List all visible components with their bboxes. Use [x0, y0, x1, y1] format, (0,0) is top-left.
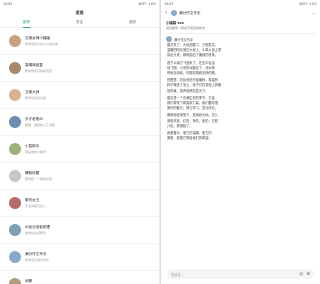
conversation-text: 满分作文写手 帮你写出满分作文 — [25, 252, 155, 263]
reply-line: 美丽，更爱它带给我们的希望。 — [167, 136, 212, 141]
tab-follow[interactable]: 关注 — [71, 18, 88, 27]
conversation-name: 天才老爸AI — [25, 116, 43, 121]
status-bar: 14:03 WiFi 100 — [0, 0, 159, 8]
bot-reply-avatar — [166, 36, 172, 42]
conversation-text: 高情商回复教你如何高情商回复 — [25, 63, 155, 74]
avatar — [9, 197, 21, 209]
voice-icon[interactable]: ◎ — [299, 272, 303, 277]
avatar — [9, 224, 21, 236]
conversation-text: 文案女神小蹊蹊帮你写出打动人心的文案 — [25, 36, 155, 47]
conversation-text: 小智助手我是你的小助手 — [25, 144, 155, 155]
user-name: 小蹊蹊 xxx — [166, 21, 184, 25]
conversation-item[interactable]: 闲聊随便聊聊 — [0, 271, 159, 284]
conversation-text: AI创业老板助理 你的创业好帮手 — [25, 225, 155, 236]
avatar — [9, 170, 21, 182]
conversation-name: 高情商回复 — [25, 62, 43, 67]
avatar — [9, 116, 21, 128]
conversation-name: 文案大师 — [25, 89, 40, 94]
conversation-text: 闲聊随便聊聊 — [25, 279, 155, 284]
avatar — [9, 89, 21, 101]
reply-paragraph: 春天来了，大地苏醒了，万物复苏。 温暖的阳光洒在大地上，小草从泥土里 探出头来，柳树… — [167, 43, 314, 59]
reply-paragraph: 我爱春天，爱它的温暖，爱它的 美丽，更爱它带给我们的希望。 — [167, 131, 314, 141]
conversation-text: 天才老爸AI 聪明、幽默的人工智能 — [25, 117, 155, 128]
status-time: 14:03 — [3, 2, 13, 6]
avatar — [9, 251, 21, 263]
conversation-text: 聊天女王专业的聊天达人 — [25, 198, 155, 209]
conversation-preview: 帮你起一个爆款标题 — [25, 177, 53, 182]
conversation-item[interactable]: 文案大师帮你写出好文案 — [0, 82, 159, 109]
conversation-text: 爆款标题帮你起一个爆款标题 — [25, 171, 155, 182]
conversation-item[interactable]: AI创业老板助理 你的创业好帮手 — [0, 217, 159, 244]
avatar — [9, 278, 21, 284]
conversation-item[interactable]: 爆款标题帮你起一个爆款标题 — [0, 163, 159, 190]
add-icon[interactable]: ⊕ — [306, 272, 310, 277]
divider — [165, 33, 316, 34]
conversation-name: 满分作文写手 — [25, 251, 47, 256]
conversation-preview: 教你如何高情商回复 — [25, 69, 53, 74]
status-bar-right: 14:03 WiFi 100 — [161, 0, 320, 8]
bot-reply: 春天来了，大地苏醒了，万物复苏。 温暖的阳光洒在大地上，小草从泥土里 探出头来，柳树… — [161, 42, 320, 141]
conversation-preview: 聪明、幽默的人工智能 — [25, 123, 56, 128]
conversation-preview: 帮你写出满分作文 — [25, 258, 50, 263]
conversation-item[interactable]: 满分作文写手 帮你写出满分作文 — [0, 244, 159, 271]
avatar — [9, 143, 21, 155]
conversation-item[interactable]: 聊天女王专业的聊天达人 — [0, 190, 159, 217]
user-message: 小蹊蹊 xxx 请为我写一篇关于春天的作文 — [161, 18, 320, 30]
avatar — [9, 35, 21, 47]
tab-recommend[interactable]: 推荐 — [18, 18, 35, 28]
more-options-icon[interactable]: ⋯ — [312, 11, 316, 16]
conversation-preview: 专业的聊天达人 — [25, 204, 47, 209]
status-time-right: 14:03 — [164, 2, 174, 6]
page-title: 发现 — [75, 10, 84, 15]
conversation-preview: 帮你写出好文案 — [25, 96, 47, 101]
conversation-name: 小智助手 — [25, 143, 40, 148]
message-input[interactable]: 发消息... — [171, 272, 296, 277]
app-root: 14:03 WiFi 100 发现 推荐 关注 我的 文案女神小蹊蹊帮你写出打动… — [0, 0, 320, 284]
reply-line: 六色，美丽极了。 — [167, 123, 193, 128]
reply-line: 哗地流淌着，仿佛在唱着欢快的歌。 — [167, 71, 218, 76]
conversation-name: 聊天女王 — [25, 197, 40, 202]
conversation-list-panel: 14:03 WiFi 100 发现 推荐 关注 我的 文案女神小蹊蹊帮你写出打动… — [0, 0, 159, 284]
tab-mine[interactable]: 我的 — [124, 18, 141, 27]
conversation-item[interactable]: 天才老爸AI 聪明、幽默的人工智能 — [0, 109, 159, 136]
conversation-item[interactable]: 文案女神小蹊蹊帮你写出打动人心的文案 — [0, 28, 159, 55]
chat-title: 满分作文写手 — [171, 10, 201, 16]
conversation-name: 闲聊 — [25, 278, 33, 283]
reply-line: 美好的春光，努力学习，茁壮成长。 — [167, 106, 218, 111]
reply-line: 探出头来，柳树抽出了嫩绿的枝条。 — [167, 53, 218, 58]
conversation-text: 文案大师帮你写出好文案 — [25, 90, 155, 101]
message-composer[interactable]: 发消息... ◎ ⊕ — [167, 269, 314, 279]
reply-paragraph: 春雨轻轻地落下，滋润着大地。花儿 竞相开放，红的、黄的、紫的，五颜 六色，美丽极了。 — [167, 113, 314, 129]
chat-panel: 14:03 WiFi 100 ‹ 满分作文写手 ⋯ 小蹊蹊 xxx 请为我写一篇… — [160, 0, 320, 284]
status-icons-right: WiFi 100 — [299, 2, 317, 6]
conversation-list: 文案女神小蹊蹊 帮你写出打动人心的文案 高情商回复 教你如何高情商回复 文案大师 帮你写出… — [0, 28, 159, 284]
conversation-name: 爆款标题 — [25, 170, 40, 175]
conversation-preview: 你的创业好帮手 — [25, 231, 47, 236]
status-icons: WiFi 100 — [138, 2, 156, 6]
conversation-preview: 我是你的小助手 — [25, 150, 47, 155]
reply-line: 放风筝，笑声回荡在蓝天下。 — [167, 88, 209, 93]
chat-header: ‹ 满分作文写手 ⋯ — [161, 8, 320, 18]
avatar — [9, 62, 21, 74]
back-arrow-icon[interactable]: ‹ — [165, 10, 167, 16]
reply-paragraph: 燕子从南方飞回来了，在空中自由 地飞翔，小河的冰融化了，河水哗 哗地流淌着，仿佛在唱… — [167, 61, 314, 77]
bot-name: 满分作文写手 — [174, 37, 194, 42]
conversation-name: AI创业老板助理 — [25, 224, 51, 229]
conversation-item[interactable]: 小智助手我是你的小助手 — [0, 136, 159, 163]
conversation-preview: 帮你写出打动人心的文案 — [25, 42, 59, 47]
conversation-item[interactable]: 高情商回复教你如何高情商回复 — [0, 55, 159, 82]
user-question: 请为我写一篇关于春天的作文 — [166, 26, 206, 30]
conversation-name: 文案女神小蹊蹊 — [25, 35, 51, 40]
bot-avatar — [171, 10, 177, 16]
reply-paragraph: 田野里，农民伯伯开始播种，希望的 种子撒进了泥土。孩子们在草地上奔跑 放风筝，笑声回… — [167, 78, 314, 94]
reply-paragraph: 春天是一个充满生机的季节，它给 我们带来了希望和力量。我们要珍惜 美好的春光，努力学… — [167, 96, 314, 112]
tab-bar: 推荐 关注 我的 — [0, 18, 159, 28]
chat-title-text: 满分作文写手 — [179, 10, 201, 15]
